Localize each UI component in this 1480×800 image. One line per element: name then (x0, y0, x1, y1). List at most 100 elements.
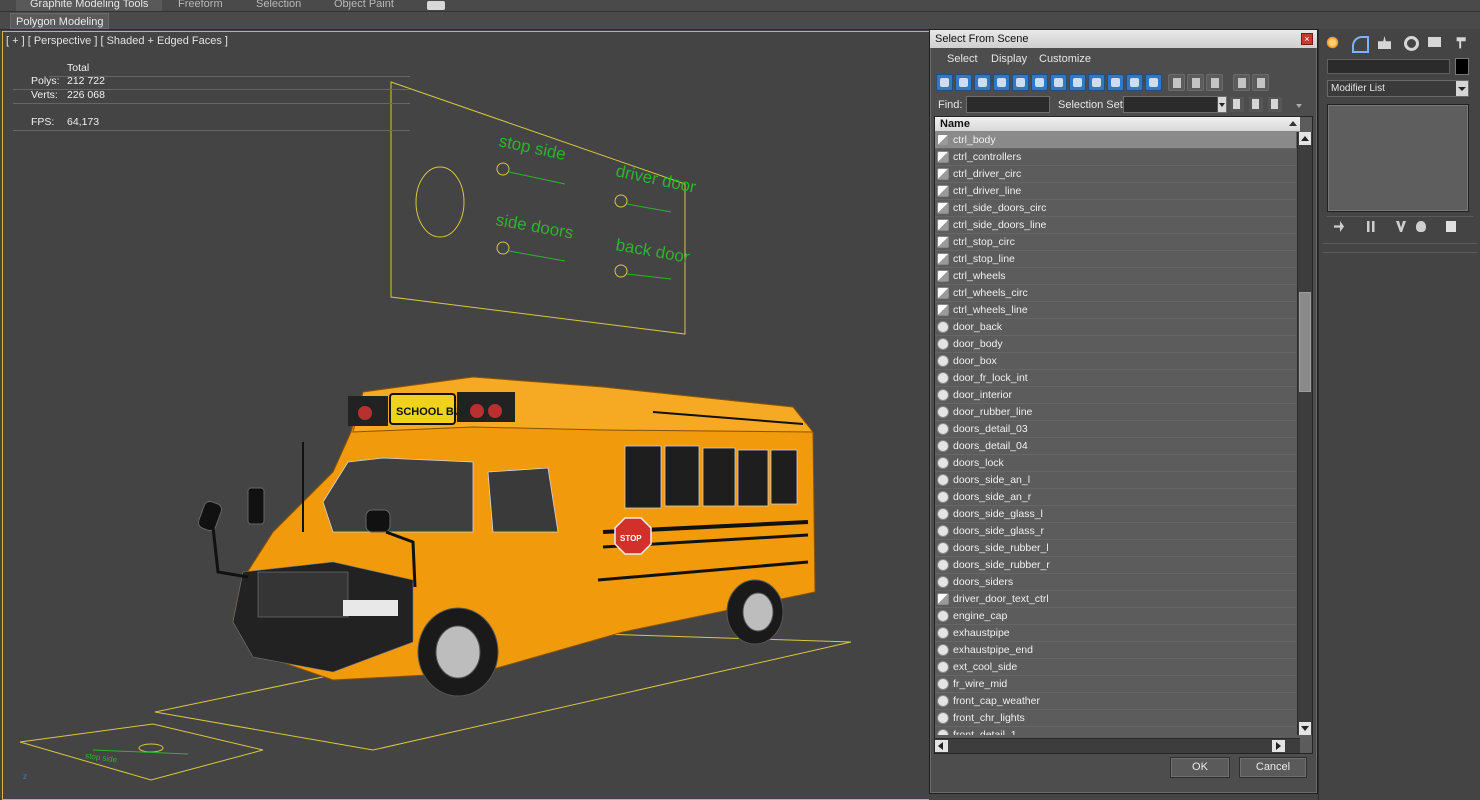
display-lights-icon[interactable] (974, 74, 991, 91)
filter-icon[interactable] (1233, 74, 1250, 91)
select-none-icon[interactable] (1187, 74, 1204, 91)
list-item[interactable]: door_body (935, 336, 1296, 353)
tab-polygon-modeling[interactable]: Polygon Modeling (10, 13, 110, 29)
list-item[interactable]: ctrl_stop_line (935, 251, 1296, 268)
list-item[interactable]: door_interior (935, 387, 1296, 404)
horizontal-scrollbar[interactable] (935, 738, 1300, 753)
display-shapes-icon[interactable] (955, 74, 972, 91)
find-input[interactable] (966, 96, 1050, 113)
scroll-thumb[interactable] (1299, 292, 1311, 392)
display-hidden-icon[interactable] (1145, 74, 1162, 91)
ribbon-options-icon[interactable] (427, 1, 445, 10)
display-tab-icon[interactable] (1425, 33, 1445, 53)
list-item[interactable]: ctrl_driver_line (935, 183, 1296, 200)
display-spacewarps-icon[interactable] (1031, 74, 1048, 91)
configure-modifier-sets-icon[interactable] (1443, 220, 1459, 234)
ok-button[interactable]: OK (1170, 757, 1230, 778)
list-item[interactable]: ctrl_controllers (935, 149, 1296, 166)
scene-object-list[interactable]: Name ctrl_body ctrl_controllers ctrl_drive… (934, 116, 1313, 754)
list-item[interactable]: ctrl_body (935, 132, 1296, 149)
list-item[interactable]: doors_lock (935, 455, 1296, 472)
display-groups-icon[interactable] (1050, 74, 1067, 91)
selection-set-dropdown[interactable] (1123, 96, 1227, 113)
perspective-viewport[interactable]: stop side stop side driver door side doo… (2, 31, 929, 800)
display-helpers-icon[interactable] (1012, 74, 1029, 91)
display-geometry-icon[interactable] (936, 74, 953, 91)
select-all-icon[interactable] (1168, 74, 1185, 91)
display-bones-icon[interactable] (1088, 74, 1105, 91)
hierarchy-tab-icon[interactable] (1375, 33, 1395, 53)
utilities-tab-icon[interactable] (1451, 33, 1471, 53)
remove-from-selection-set-icon[interactable] (1268, 97, 1282, 112)
list-item[interactable]: ctrl_wheels_line (935, 302, 1296, 319)
list-item[interactable]: door_fr_lock_int (935, 370, 1296, 387)
tab-graphite-modeling-tools[interactable]: Graphite Modeling Tools (16, 0, 163, 11)
list-item[interactable]: ctrl_side_doors_circ (935, 200, 1296, 217)
display-frozen-icon[interactable] (1126, 74, 1143, 91)
pin-stack-icon[interactable] (1331, 220, 1347, 234)
list-item[interactable]: ctrl_side_doors_line (935, 217, 1296, 234)
list-item[interactable]: ctrl_driver_circ (935, 166, 1296, 183)
list-item[interactable]: ctrl_wheels (935, 268, 1296, 285)
show-end-result-icon[interactable] (1363, 220, 1379, 234)
list-item[interactable]: front_chr_lights (935, 710, 1296, 727)
object-name-field[interactable] (1327, 59, 1450, 74)
tab-freeform[interactable]: Freeform (178, 0, 223, 11)
list-item[interactable]: doors_side_rubber_l (935, 540, 1296, 557)
column-header-name[interactable]: Name (935, 117, 1300, 132)
menu-select[interactable]: Select (947, 53, 978, 65)
list-item[interactable]: doors_side_glass_r (935, 523, 1296, 540)
toolbar-overflow-icon[interactable] (1296, 104, 1302, 111)
scroll-left-icon[interactable] (935, 740, 948, 752)
create-tab-icon[interactable] (1323, 33, 1343, 53)
menu-display[interactable]: Display (991, 53, 1027, 65)
list-item[interactable]: doors_side_glass_l (935, 506, 1296, 523)
create-selection-set-icon[interactable] (1230, 97, 1244, 112)
display-cameras-icon[interactable] (993, 74, 1010, 91)
chevron-down-icon[interactable] (1456, 81, 1468, 96)
modifier-stack[interactable] (1327, 104, 1469, 212)
list-item[interactable]: doors_side_an_l (935, 472, 1296, 489)
list-item[interactable]: driver_door_text_ctrl (935, 591, 1296, 608)
remove-modifier-icon[interactable] (1413, 220, 1429, 234)
list-item[interactable]: ctrl_wheels_circ (935, 285, 1296, 302)
scroll-down-icon[interactable] (1299, 722, 1311, 735)
scroll-up-icon[interactable] (1299, 132, 1311, 145)
menu-customize[interactable]: Customize (1039, 53, 1091, 65)
filter-options-icon[interactable] (1252, 74, 1269, 91)
list-item[interactable]: doors_detail_03 (935, 421, 1296, 438)
modify-tab-icon[interactable] (1349, 33, 1369, 53)
tab-selection[interactable]: Selection (256, 0, 301, 11)
list-item[interactable]: front_cap_weather (935, 693, 1296, 710)
modifier-list-dropdown[interactable]: Modifier List (1327, 80, 1469, 97)
object-color-swatch[interactable] (1455, 58, 1469, 75)
list-item[interactable]: door_rubber_line (935, 404, 1296, 421)
close-icon[interactable]: × (1301, 33, 1313, 45)
motion-tab-icon[interactable] (1401, 33, 1421, 53)
list-item[interactable]: front_detail_1 (935, 727, 1296, 735)
vertical-scrollbar[interactable] (1297, 132, 1312, 735)
list-item[interactable]: exhaustpipe (935, 625, 1296, 642)
list-item[interactable]: ctrl_stop_circ (935, 234, 1296, 251)
tab-object-paint[interactable]: Object Paint (334, 0, 394, 11)
viewport-label[interactable]: [ + ] [ Perspective ] [ Shaded + Edged F… (6, 35, 228, 47)
list-item[interactable]: engine_cap (935, 608, 1296, 625)
list-item[interactable]: door_box (935, 353, 1296, 370)
list-item[interactable]: doors_side_rubber_r (935, 557, 1296, 574)
chevron-down-icon[interactable] (1217, 97, 1226, 112)
list-item[interactable]: ext_cool_side (935, 659, 1296, 676)
make-unique-icon[interactable] (1393, 220, 1409, 234)
list-item[interactable]: door_back (935, 319, 1296, 336)
add-to-selection-set-icon[interactable] (1249, 97, 1263, 112)
select-invert-icon[interactable] (1206, 74, 1223, 91)
list-item[interactable]: doors_side_an_r (935, 489, 1296, 506)
list-item[interactable]: exhaustpipe_end (935, 642, 1296, 659)
display-containers-icon[interactable] (1107, 74, 1124, 91)
cancel-button[interactable]: Cancel (1239, 757, 1307, 778)
list-item[interactable]: doors_detail_04 (935, 438, 1296, 455)
list-item[interactable]: fr_wire_mid (935, 676, 1296, 693)
dialog-title[interactable]: Select From Scene (930, 30, 1317, 48)
list-item[interactable]: doors_siders (935, 574, 1296, 591)
scroll-right-icon[interactable] (1272, 740, 1285, 752)
display-xrefs-icon[interactable] (1069, 74, 1086, 91)
